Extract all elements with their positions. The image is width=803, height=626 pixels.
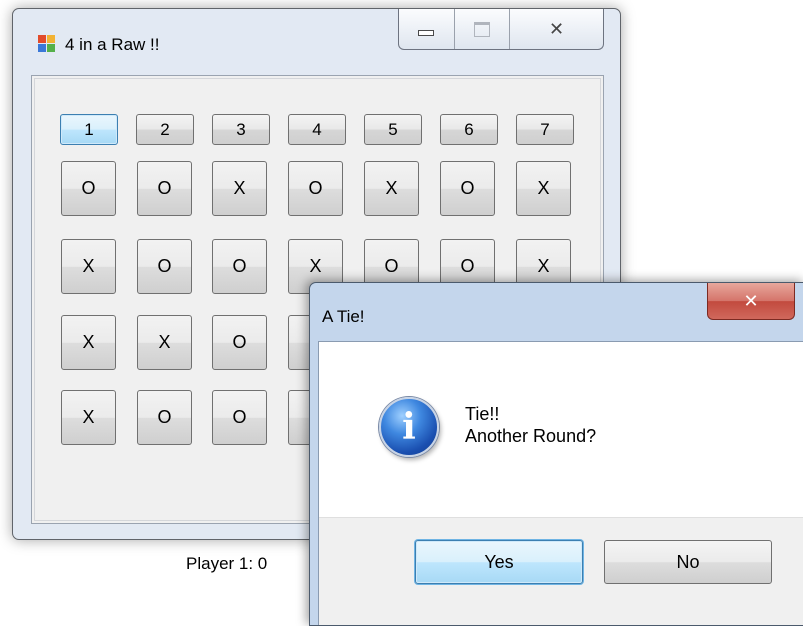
- dialog-title: A Tie!: [322, 307, 365, 326]
- board-cell-r1-c6[interactable]: O: [440, 161, 495, 216]
- column-button-7[interactable]: 7: [516, 114, 574, 145]
- board-cell-r1-c2[interactable]: O: [137, 161, 192, 216]
- board-cell-r1-c1[interactable]: O: [61, 161, 116, 216]
- yes-button[interactable]: Yes: [415, 540, 583, 584]
- close-button[interactable]: ✕: [510, 9, 603, 49]
- column-button-3[interactable]: 3: [212, 114, 270, 145]
- close-icon: ✕: [743, 290, 759, 311]
- app-icon: [38, 35, 56, 53]
- column-button-2[interactable]: 2: [136, 114, 194, 145]
- tie-dialog: A Tie! ✕ i Tie!! Another Round? Yes No: [309, 282, 803, 626]
- message-line-2: Another Round?: [465, 426, 597, 446]
- board-cell-r2-c1[interactable]: X: [61, 239, 116, 294]
- window-title: 4 in a Raw !!: [65, 35, 160, 54]
- main-titlebar[interactable]: 4 in a Raw !! ✕: [13, 9, 620, 71]
- dialog-message: Tie!! Another Round?: [465, 403, 596, 447]
- board-cell-r3-c3[interactable]: O: [212, 315, 267, 370]
- board-cell-r3-c1[interactable]: X: [61, 315, 116, 370]
- close-icon: ✕: [549, 18, 565, 39]
- message-line-1: Tie!!: [465, 404, 500, 424]
- player-score: Player 1: 0: [186, 554, 268, 573]
- info-icon: i: [379, 397, 439, 457]
- dialog-close-button[interactable]: ✕: [707, 283, 795, 320]
- board-cell-r4-c1[interactable]: X: [61, 390, 116, 445]
- board-cell-r1-c5[interactable]: X: [364, 161, 419, 216]
- column-button-4[interactable]: 4: [288, 114, 346, 145]
- minimize-icon: [418, 30, 435, 36]
- minimize-button[interactable]: [399, 9, 455, 49]
- board-cell-r1-c3[interactable]: X: [212, 161, 267, 216]
- column-button-6[interactable]: 6: [440, 114, 498, 145]
- board-cell-r2-c3[interactable]: O: [212, 239, 267, 294]
- board-cell-r4-c2[interactable]: O: [137, 390, 192, 445]
- column-button-5[interactable]: 5: [364, 114, 422, 145]
- caption-buttons: ✕: [398, 9, 604, 50]
- board-cell-r1-c7[interactable]: X: [516, 161, 571, 216]
- board-cell-r1-c4[interactable]: O: [288, 161, 343, 216]
- board-cell-r3-c2[interactable]: X: [137, 315, 192, 370]
- no-button[interactable]: No: [604, 540, 772, 584]
- column-button-1[interactable]: 1: [60, 114, 118, 145]
- maximize-button[interactable]: [455, 9, 511, 49]
- maximize-icon: [473, 21, 490, 37]
- board-cell-r4-c3[interactable]: O: [212, 390, 267, 445]
- board-cell-r2-c2[interactable]: O: [137, 239, 192, 294]
